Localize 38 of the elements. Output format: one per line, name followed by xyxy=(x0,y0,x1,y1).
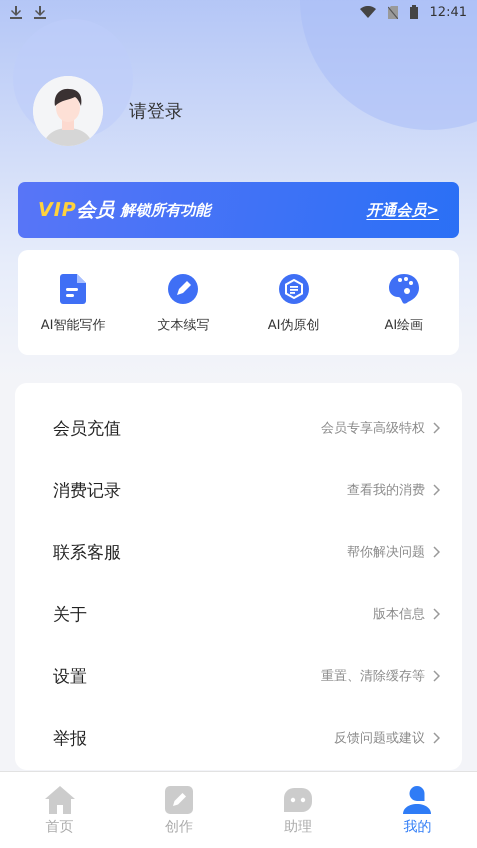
menu-item[interactable]: 关于 版本信息 xyxy=(15,583,462,645)
vip-label: VIP xyxy=(38,199,77,221)
document-icon xyxy=(60,274,86,304)
chevron-right-icon xyxy=(433,732,440,744)
download-icon xyxy=(10,6,22,18)
status-time: 12:41 xyxy=(430,4,467,20)
feature-item[interactable]: AI绘画 xyxy=(348,250,459,355)
menu-item[interactable]: 举报 反馈问题或建议 xyxy=(15,707,462,769)
chevron-right-icon xyxy=(433,608,440,620)
download-icon xyxy=(34,6,46,18)
edit-icon xyxy=(164,786,193,814)
vip-banner[interactable]: VIP会员 解锁所有功能 开通会员> xyxy=(18,182,459,238)
menu-item[interactable]: 设置 重置、清除缓存等 xyxy=(15,645,462,707)
feature-item[interactable]: 文本续写 xyxy=(128,250,238,355)
home-icon xyxy=(44,786,75,814)
menu-item[interactable]: 会员充值 会员专享高级特权 xyxy=(15,397,462,459)
feature-item[interactable]: AI智能写作 xyxy=(18,250,128,355)
document-badge-icon xyxy=(278,274,309,304)
no-sim-icon xyxy=(388,6,398,18)
palette-icon xyxy=(388,272,420,304)
wifi-icon xyxy=(360,6,376,18)
chevron-right-icon xyxy=(433,546,440,558)
open-membership-link[interactable]: 开通会员> xyxy=(366,200,439,220)
avatar[interactable] xyxy=(33,76,103,146)
menu-item[interactable]: 消费记录 查看我的消费 xyxy=(15,459,462,521)
tab-item[interactable]: 我的 xyxy=(358,772,477,848)
chat-icon xyxy=(284,788,312,812)
chevron-right-icon xyxy=(433,670,440,682)
person-icon xyxy=(403,786,432,814)
chevron-right-icon xyxy=(433,484,440,496)
member-label: 会员 xyxy=(76,198,115,223)
vip-subtitle: 解锁所有功能 xyxy=(120,200,214,220)
chevron-right-icon xyxy=(433,422,440,434)
menu-item[interactable]: 联系客服 帮你解决问题 xyxy=(15,521,462,583)
battery-icon xyxy=(410,5,418,19)
login-prompt[interactable]: 请登录 xyxy=(129,99,183,123)
feature-item[interactable]: AI伪原创 xyxy=(238,250,349,355)
pencil-icon xyxy=(168,274,198,304)
